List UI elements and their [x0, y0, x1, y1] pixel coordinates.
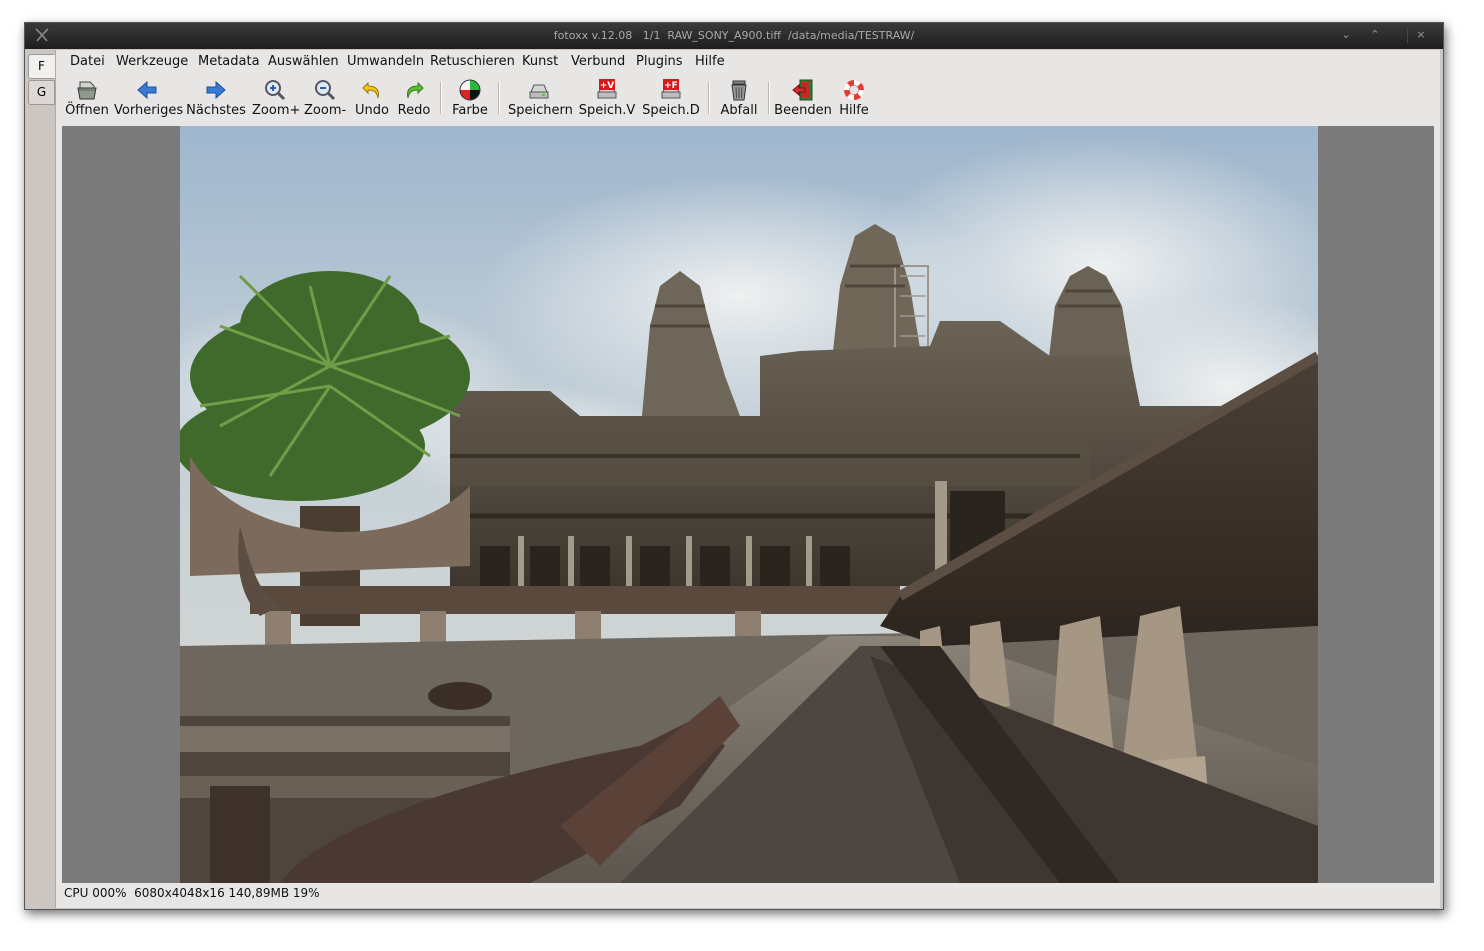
- main-panel: Datei Werkzeuge Metadata Auswählen Umwan…: [55, 50, 1440, 908]
- toolbar-separator: [498, 82, 500, 114]
- maximize-button[interactable]: ⌃: [1367, 27, 1383, 43]
- app-window: fotoxx v.12.08 1/1 RAW_SONY_A900.tiff /d…: [24, 22, 1444, 910]
- save-version-badge: +V: [600, 81, 615, 91]
- color-button[interactable]: Farbe: [448, 74, 492, 122]
- open-button[interactable]: Öffnen: [64, 74, 110, 122]
- zoom-out-button[interactable]: Zoom-: [304, 74, 346, 122]
- next-button[interactable]: Nächstes: [184, 74, 248, 122]
- trash-label: Abfall: [720, 103, 758, 118]
- save-version-label: Speich.V: [578, 103, 636, 118]
- menu-auswaehlen[interactable]: Auswählen: [268, 54, 339, 69]
- folder-open-icon: [77, 81, 97, 100]
- save-version-button[interactable]: +V Speich.V: [578, 74, 636, 122]
- menu-datei[interactable]: Datei: [70, 54, 105, 69]
- toolbar: Öffnen Vorheriges Nächstes Zoom+ Zoom- U…: [56, 74, 1440, 124]
- window-title: fotoxx v.12.08 1/1 RAW_SONY_A900.tiff /d…: [553, 29, 915, 42]
- title-bar[interactable]: fotoxx v.12.08 1/1 RAW_SONY_A900.tiff /d…: [25, 23, 1443, 49]
- quit-button[interactable]: Beenden: [774, 74, 832, 122]
- menu-werkzeuge[interactable]: Werkzeuge: [116, 54, 188, 69]
- save-as-icon: +F: [661, 79, 681, 99]
- tab-g[interactable]: G: [28, 80, 55, 105]
- tab-f[interactable]: F: [28, 54, 55, 79]
- status-bar: CPU 000% 6080x4048x16 140,89MB 19%: [64, 886, 320, 900]
- photo[interactable]: [180, 126, 1318, 883]
- zoom-in-icon: [265, 80, 286, 101]
- toolbar-separator: [768, 82, 770, 114]
- menu-umwandeln[interactable]: Umwandeln: [347, 54, 424, 69]
- redo-label: Redo: [397, 103, 431, 118]
- menu-plugins[interactable]: Plugins: [636, 54, 683, 69]
- menu-kunst[interactable]: Kunst: [522, 54, 558, 69]
- zoom-in-button[interactable]: Zoom+: [252, 74, 301, 122]
- color-label: Farbe: [452, 103, 488, 118]
- open-label: Öffnen: [65, 103, 109, 118]
- redo-button[interactable]: Redo: [394, 74, 434, 122]
- zoom-in-label: Zoom+: [252, 103, 301, 118]
- menu-hilfe[interactable]: Hilfe: [695, 54, 725, 69]
- save-version-icon: +V: [597, 79, 617, 99]
- save-as-button[interactable]: +F Speich.D: [642, 74, 700, 122]
- trash-button[interactable]: Abfall: [716, 74, 762, 122]
- save-label: Speichern: [508, 103, 573, 118]
- image-viewport[interactable]: [62, 126, 1434, 883]
- save-as-label: Speich.D: [642, 103, 700, 118]
- undo-button[interactable]: Undo: [352, 74, 392, 122]
- previous-label: Vorheriges: [114, 103, 184, 118]
- undo-label: Undo: [355, 103, 389, 118]
- toolbar-separator: [440, 82, 442, 114]
- save-as-badge: +F: [664, 81, 678, 91]
- help-button[interactable]: Hilfe: [836, 74, 872, 122]
- menu-retuschieren[interactable]: Retuschieren: [430, 54, 515, 69]
- previous-button[interactable]: Vorheriges: [114, 74, 184, 122]
- zoom-out-icon: [315, 80, 336, 101]
- menu-verbund[interactable]: Verbund: [571, 54, 625, 69]
- undo-icon: [362, 81, 379, 99]
- arrow-left-icon: [137, 80, 157, 100]
- quit-label: Beenden: [774, 103, 832, 118]
- minimize-button[interactable]: ⌄: [1338, 27, 1354, 43]
- disk-save-icon: [529, 84, 549, 99]
- arrow-right-icon: [206, 80, 226, 100]
- help-label: Hilfe: [839, 103, 869, 118]
- exit-door-icon: [792, 79, 813, 101]
- trash-icon: [731, 80, 747, 101]
- menu-bar: Datei Werkzeuge Metadata Auswählen Umwan…: [56, 54, 1440, 74]
- zoom-out-label: Zoom-: [304, 103, 347, 118]
- menu-metadata[interactable]: Metadata: [198, 54, 260, 69]
- close-button[interactable]: ×: [1407, 27, 1434, 43]
- toolbar-separator: [708, 82, 710, 114]
- save-button[interactable]: Speichern: [508, 74, 573, 122]
- redo-icon: [407, 81, 424, 99]
- next-label: Nächstes: [186, 103, 246, 118]
- color-wheel-icon: [459, 79, 481, 101]
- side-tabs: F G: [25, 50, 55, 908]
- lifebuoy-icon: [844, 80, 864, 100]
